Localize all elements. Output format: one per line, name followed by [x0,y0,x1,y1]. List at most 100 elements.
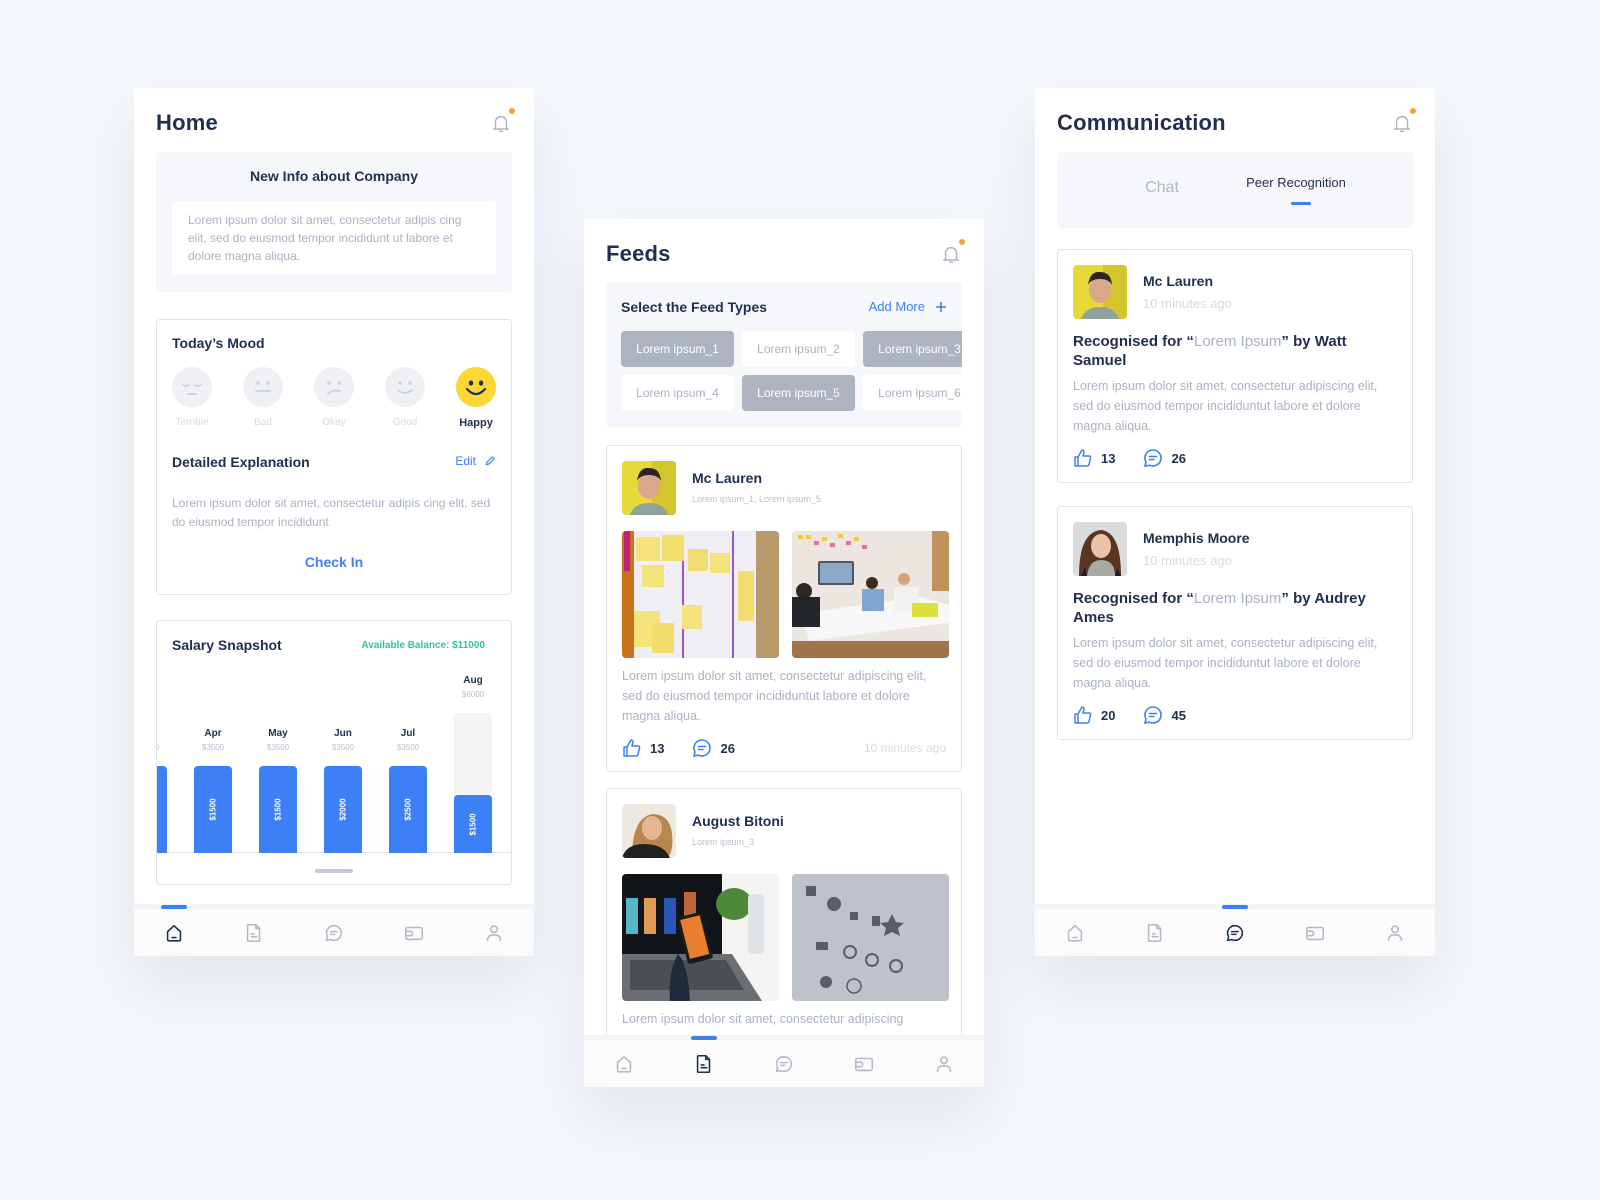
comment-count: 26 [720,740,735,756]
tab-wallet[interactable] [394,913,434,953]
avatar[interactable] [1073,265,1127,319]
recognition-name[interactable]: Mc Lauren [1143,273,1213,289]
avatar[interactable] [1073,522,1127,576]
edit-button[interactable]: Edit [455,454,496,468]
feed-type-chip[interactable]: Lorem ipsum_6 [863,375,962,411]
team-meeting-photo[interactable] [792,531,949,658]
mood-option-okay[interactable]: Okay [313,367,355,429]
tab-feeds[interactable] [1135,913,1175,953]
tab-communication[interactable] [764,1044,804,1084]
communication-tabs: Chat Peer Recognition [1057,152,1413,228]
tab-home[interactable] [154,904,194,953]
comment-icon [1144,449,1163,468]
tab-peer-recognition[interactable]: Peer Recognition [1231,175,1361,190]
feed-type-chip[interactable]: Lorem ipsum_3 [863,331,962,367]
recognition-text: Lorem ipsum dolor sit amet, consectetur … [1073,379,1378,433]
month-label: May [268,728,288,739]
month-total-label: $3500 [331,743,355,752]
feeds-screen: Feeds Select the Feed Types Add More Lor… [584,219,984,1087]
feed-type-chips: Lorem ipsum_1 Lorem ipsum_2 Lorem ipsum_3 L… [621,331,962,411]
mood-card: Today’s Mood Terrible Bad Okay Good Happ… [156,319,512,595]
mood-option-good[interactable]: Good [384,367,426,429]
page-title: Communication [1057,110,1226,135]
tab-wallet[interactable] [1295,913,1335,953]
sticky-notes-board-photo[interactable] [622,531,779,658]
add-more-button[interactable]: Add More [869,299,947,314]
chart-column[interactable]: Mar$3500$1500 [157,661,167,853]
bottom-tab-bar [134,904,534,956]
feed-type-chip[interactable]: Lorem ipsum_1 [621,331,734,367]
chart-column[interactable]: May $3500 $1500 [259,661,297,853]
month-label: Aug [463,675,483,686]
tab-chat[interactable]: Chat [1107,179,1217,197]
thumbs-up-icon [1074,706,1092,724]
recognition-title: Recognised for “Lorem Ipsum” by Audrey A… [1073,589,1382,627]
tab-feeds[interactable] [684,1035,724,1084]
salary-title: Salary Snapshot [172,637,282,653]
chart-column[interactable]: Jul $3500 $2500 [389,661,427,853]
feed-types-title: Select the Feed Types [621,299,768,315]
mood-option-happy[interactable]: Happy [455,367,497,429]
tab-profile[interactable] [924,1044,964,1084]
tab-home[interactable] [604,1044,644,1084]
mood-option-bad[interactable]: Bad [242,367,284,429]
notification-button[interactable] [940,239,965,265]
tab-communication[interactable] [314,913,354,953]
recognition-highlight: Lorem Ipsum [1193,333,1282,350]
user-icon [936,1055,952,1072]
recognition-card: Memphis Moore 10 minutes ago Recognised … [1057,506,1413,740]
chat-icon [1226,924,1244,941]
post-author[interactable]: Mc Lauren [692,470,762,486]
bell-icon [1393,115,1411,132]
terrible-face-icon [172,367,212,407]
feed-type-chip[interactable]: Lorem ipsum_2 [742,331,855,367]
bell-icon [492,115,510,132]
like-button[interactable]: 20 [1073,705,1115,725]
comment-button[interactable]: 26 [1143,448,1186,468]
chart-column[interactable]: Apr $3500 $1500 [194,661,232,853]
notification-button[interactable] [490,108,515,134]
laptop-phone-photo[interactable] [622,874,779,1001]
notification-button[interactable] [1391,108,1416,134]
like-button[interactable]: 13 [622,738,664,758]
feed-type-chip[interactable]: Lorem ipsum_5 [742,375,855,411]
thumbs-up-icon [623,739,641,757]
month-label: Jun [334,728,352,739]
icon-keyboard-photo[interactable] [792,874,949,1001]
recognition-stats: 13 26 [1073,448,1214,468]
tab-profile[interactable] [474,913,514,953]
recognition-title: Recognised for “Lorem Ipsum” by Watt Sam… [1073,332,1382,370]
drag-handle[interactable] [315,869,353,873]
avatar[interactable] [622,461,676,515]
check-in-button[interactable]: Check In [157,554,511,570]
recognition-title-prefix: Recognised for “ [1073,590,1194,607]
feed-type-chip[interactable]: Lorem ipsum_4 [621,375,734,411]
tab-feeds[interactable] [234,913,274,953]
avatar[interactable] [622,804,676,858]
paid-bar: $2500 [389,766,427,853]
mood-option-terrible[interactable]: Terrible [171,367,213,429]
tab-communication[interactable] [1215,904,1255,953]
tab-home[interactable] [1055,913,1095,953]
chart-column[interactable]: Aug $6000 $1500 [454,661,492,853]
recognition-name[interactable]: Memphis Moore [1143,530,1250,546]
company-info-card: New Info about Company Lorem ipsum dolor… [156,152,512,292]
chart-column[interactable]: Jun $3500 $2000 [324,661,362,853]
page-title: Home [156,110,218,135]
bar-value-label: $1500 [208,798,218,821]
like-button[interactable]: 13 [1073,448,1115,468]
salary-bar-chart[interactable]: Mar$3500$1500Apr$3500$1500May$3500$1500J… [157,661,511,853]
add-more-label: Add More [868,299,925,314]
tab-profile[interactable] [1375,913,1415,953]
mood-title: Today’s Mood [172,335,265,351]
feed-types-panel: Select the Feed Types Add More Lorem ips… [606,283,962,427]
post-text: Lorem ipsum dolor sit amet, consectetur … [622,1012,904,1026]
comment-button[interactable]: 26 [692,738,735,758]
communication-header: Communication [1057,108,1416,138]
post-author[interactable]: August Bitoni [692,813,784,829]
active-tab-indicator [691,1035,717,1040]
tab-wallet[interactable] [844,1044,884,1084]
comment-button[interactable]: 45 [1143,705,1186,725]
paid-bar: $1500 [259,766,297,853]
paid-bar: $1500 [157,766,167,853]
